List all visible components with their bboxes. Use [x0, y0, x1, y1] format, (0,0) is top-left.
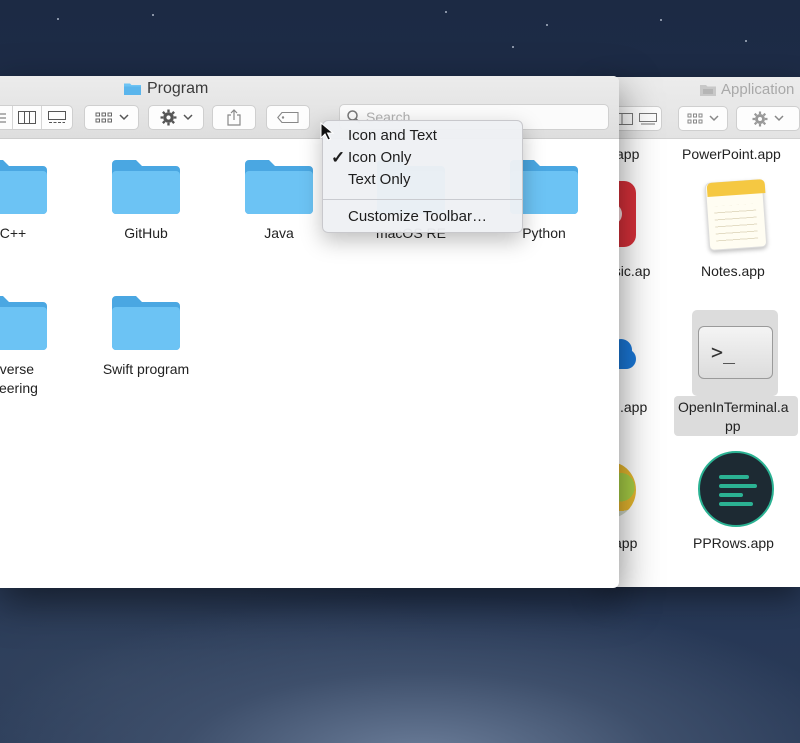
folder-item[interactable]: GitHub [91, 158, 201, 243]
list-view-icon [0, 113, 7, 122]
app-label: OpenInTerminal.a [678, 399, 789, 415]
folder-label: ineering [0, 380, 38, 396]
folder-item[interactable]: C++ [0, 158, 68, 243]
applications-window[interactable]: Application app PowerPoint.app usic.ap N… [600, 77, 800, 587]
chevron-down-icon [182, 114, 193, 121]
chevron-down-icon [709, 115, 719, 122]
view-mode-segmented[interactable] [0, 105, 73, 130]
app-label: Notes.app [701, 263, 765, 279]
column-view-button[interactable] [13, 106, 43, 129]
app-label: pp [725, 418, 741, 434]
program-titlebar[interactable]: Program [0, 76, 619, 139]
mouse-pointer-icon [320, 122, 334, 141]
notes-app-icon[interactable] [704, 178, 768, 251]
gallery-view-button[interactable] [42, 106, 72, 129]
folder-label: GitHub [124, 225, 168, 241]
toolbar-context-menu[interactable]: Icon and Text ✓ Icon Only Text Only Cust… [322, 120, 523, 233]
folder-icon [0, 160, 47, 214]
folder-icon [112, 296, 180, 350]
group-by-button[interactable] [84, 105, 139, 130]
menu-item-customize-toolbar[interactable]: Customize Toolbar… [323, 206, 522, 228]
folder-label: C++ [0, 225, 27, 241]
menu-item-icon-and-text[interactable]: Icon and Text [323, 125, 522, 147]
menu-separator [323, 199, 522, 200]
folder-item[interactable]: Swift program [91, 294, 201, 379]
tags-button[interactable] [266, 105, 310, 130]
checkmark-icon: ✓ [331, 148, 346, 167]
app-label: PPRows.app [693, 535, 774, 551]
gear-icon [752, 111, 768, 126]
folder-item[interactable]: Java [224, 158, 334, 243]
folder-icon [112, 160, 180, 214]
window-title: Program [147, 80, 209, 97]
grid-icon [95, 112, 112, 122]
app-label: app [616, 146, 640, 162]
folder-icon [245, 160, 313, 214]
gallery-view-icon [639, 112, 657, 124]
pprows-app-icon[interactable] [698, 451, 774, 527]
menu-item-label: Icon and Text [348, 127, 437, 144]
gallery-view-icon [48, 111, 67, 123]
menu-item-text-only[interactable]: Text Only [323, 169, 522, 191]
grid-icon [687, 113, 703, 123]
window-title: Application [721, 81, 795, 98]
folder-icon [124, 83, 141, 95]
app-label: .app [620, 399, 648, 415]
share-button[interactable] [212, 105, 256, 130]
folder-label: Swift program [102, 361, 190, 377]
prompt-icon: >_ [711, 340, 736, 364]
menu-item-label: Customize Toolbar… [348, 208, 487, 225]
share-icon [227, 109, 241, 126]
program-finder-window[interactable]: Program Search C++ GitHub Java macOS RE … [0, 76, 619, 588]
menu-item-icon-only[interactable]: ✓ Icon Only [323, 147, 522, 169]
terminal-app-icon[interactable]: >_ [698, 326, 773, 379]
group-by-button[interactable] [678, 106, 728, 131]
chevron-down-icon [118, 114, 129, 121]
list-view-button[interactable] [0, 106, 13, 129]
applications-titlebar[interactable]: Application [600, 77, 800, 139]
chevron-down-icon [774, 115, 784, 122]
folder-icon [700, 85, 716, 96]
gear-icon [160, 109, 176, 126]
column-view-icon [18, 111, 37, 124]
folder-label: everse [0, 361, 35, 377]
action-button[interactable] [736, 106, 800, 131]
menu-item-label: Icon Only [348, 149, 412, 166]
folder-label: Java [264, 225, 294, 241]
menu-item-label: Text Only [348, 171, 411, 188]
folder-icon [0, 296, 47, 350]
app-label: PowerPoint.app [682, 146, 781, 162]
action-button[interactable] [148, 105, 204, 130]
tag-icon [277, 112, 299, 123]
folder-item[interactable]: everse ineering [0, 294, 68, 398]
